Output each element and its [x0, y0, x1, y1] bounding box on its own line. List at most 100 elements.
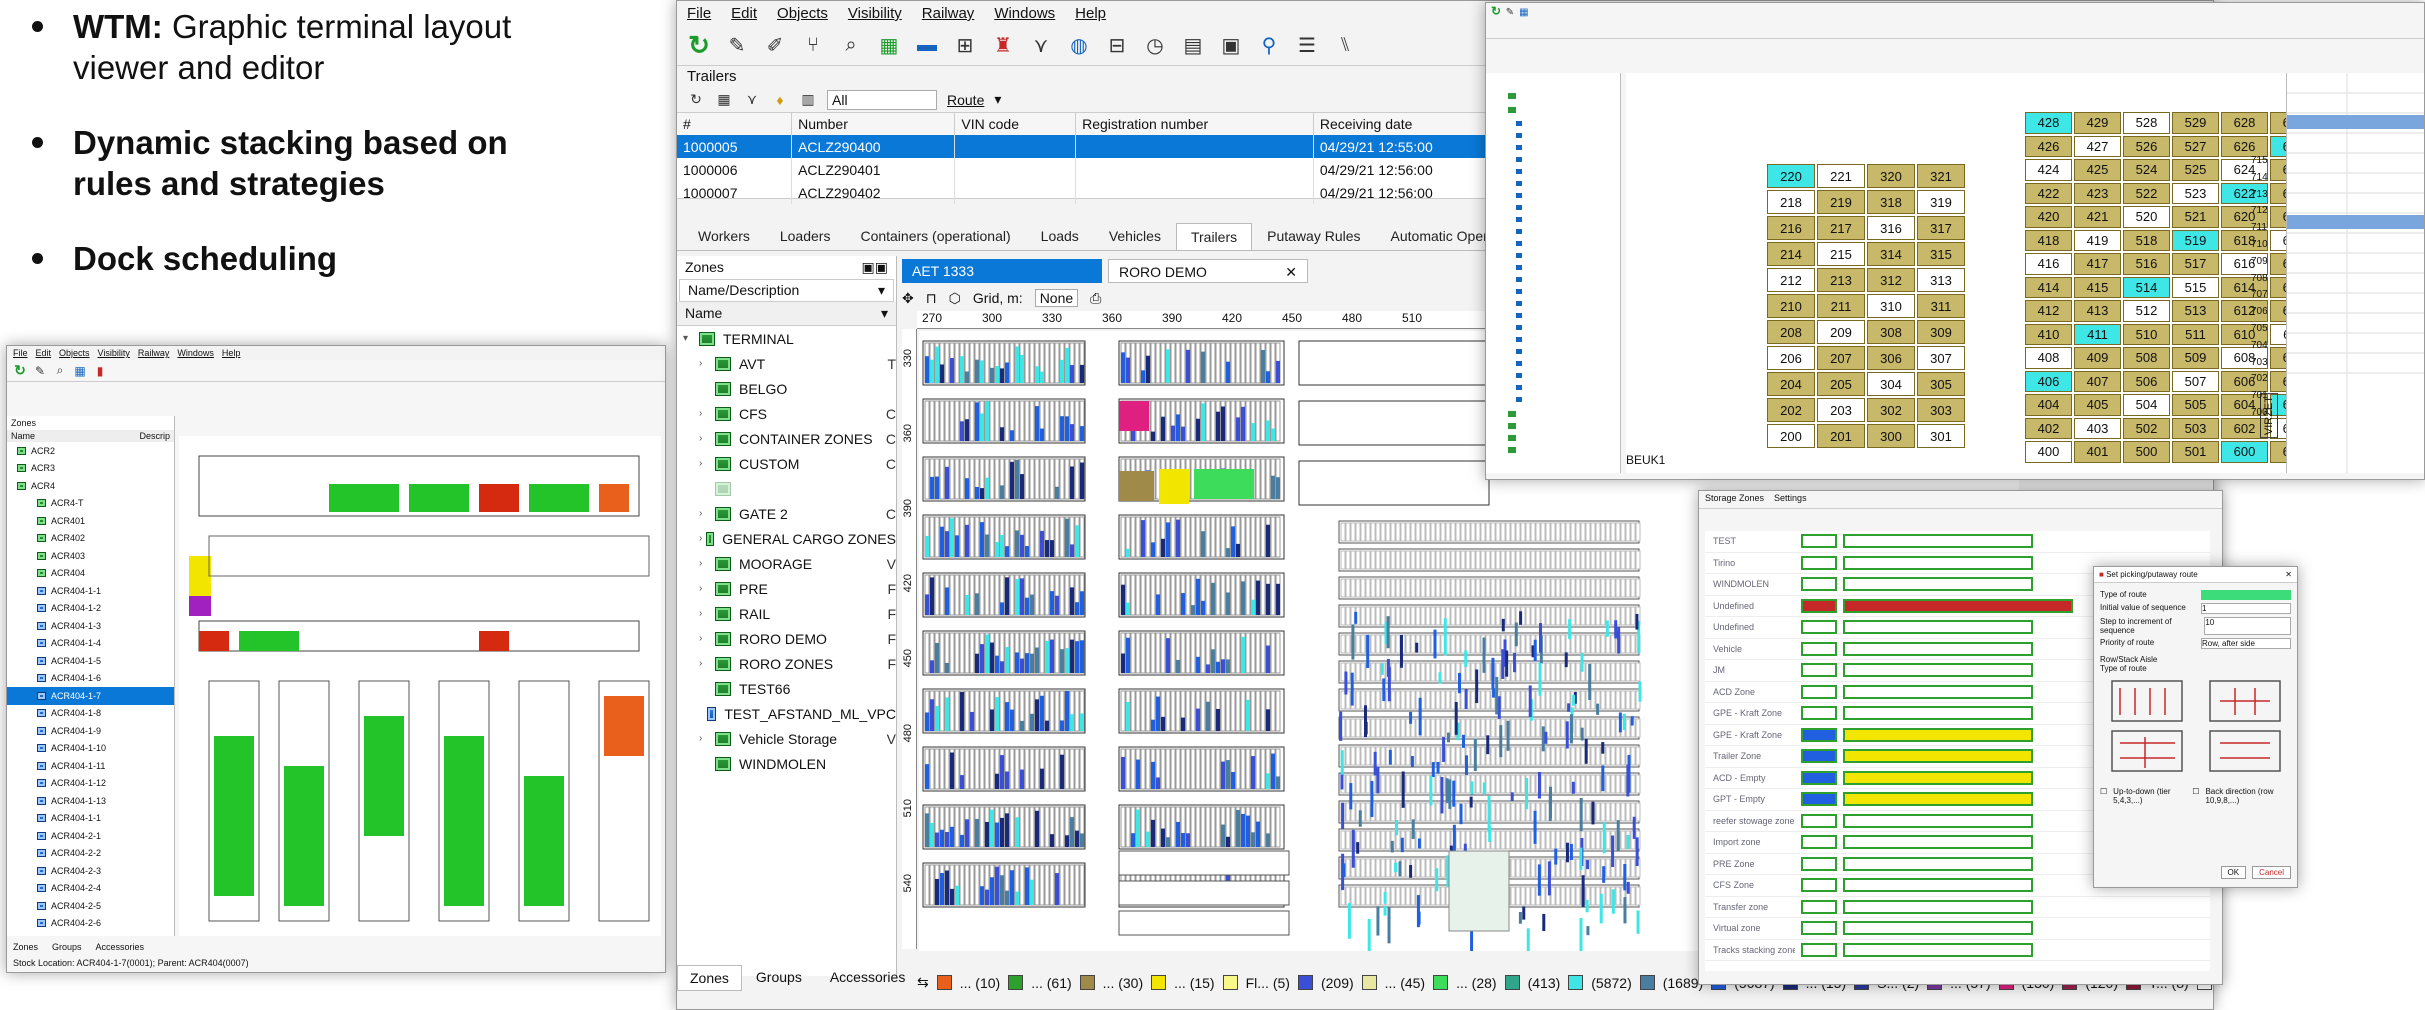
print-icon[interactable]: ⎙	[1090, 290, 1101, 307]
split-icon[interactable]: ⑂	[799, 32, 827, 60]
yard-slot[interactable]: 525	[2172, 159, 2219, 181]
yard-slot[interactable]: 503	[2172, 417, 2219, 439]
tab-loaders[interactable]: Loaders	[765, 222, 846, 250]
menu-edit[interactable]: Edit	[731, 5, 757, 22]
expand-icon[interactable]: ›	[699, 458, 715, 469]
yard-slot[interactable]: 424	[2025, 159, 2072, 181]
left-tab-groups[interactable]: Groups	[52, 942, 82, 952]
expand-icon[interactable]: ›	[699, 633, 715, 644]
left-tree-item[interactable]: ACR404-1-2	[7, 600, 174, 618]
yard-slot[interactable]: 306	[1867, 346, 1915, 370]
yard-slot[interactable]: 218	[1767, 190, 1815, 214]
yard-slot[interactable]: 320	[1867, 164, 1915, 188]
yard-slot[interactable]: 206	[1767, 346, 1815, 370]
yard-slot[interactable]: 412	[2025, 300, 2072, 322]
yard-slot[interactable]: 208	[1767, 320, 1815, 344]
expand-icon[interactable]: ›	[699, 508, 715, 519]
expand-icon[interactable]: ›	[699, 733, 715, 744]
zone-tree-item[interactable]: › PRE F	[677, 576, 896, 601]
initial-seq-input[interactable]: 1	[2201, 603, 2291, 614]
pencil-icon[interactable]: ✎	[723, 32, 751, 60]
bottom-tab-zones[interactable]: Zones	[677, 965, 742, 991]
yard-slot[interactable]: 207	[1817, 346, 1865, 370]
checkbox-up-down[interactable]: ☐	[2100, 787, 2107, 805]
left-tree-item[interactable]: ACR401	[7, 512, 174, 530]
left-tree-item[interactable]: ACR404-2-2	[7, 845, 174, 863]
yard-slot[interactable]: 312	[1867, 268, 1915, 292]
yard-slot[interactable]: 210	[1767, 294, 1815, 318]
yard-slot[interactable]: 527	[2172, 135, 2219, 157]
yard-slot[interactable]: 307	[1917, 346, 1965, 370]
refresh-small-icon[interactable]: ↻	[687, 86, 705, 114]
bulb-icon[interactable]: ♦	[771, 86, 789, 114]
expand-icon[interactable]: ›	[699, 608, 715, 619]
yard-slot[interactable]: 407	[2074, 370, 2121, 392]
yard-slot[interactable]: 317	[1917, 216, 1965, 240]
marker-icon[interactable]: ▮	[93, 357, 107, 385]
left-map[interactable]	[179, 436, 661, 936]
storage-row[interactable]: TEST	[1705, 531, 2210, 553]
storage-row[interactable]: Virtual zone	[1705, 918, 2210, 940]
yard-slot[interactable]: 316	[1867, 216, 1915, 240]
yard-slot[interactable]: 511	[2172, 323, 2219, 345]
path-icon[interactable]: ⑊	[1331, 32, 1359, 60]
left-tree-item[interactable]: ACR404-2-4	[7, 880, 174, 898]
left-tree-item[interactable]: ACR404-2-5	[7, 897, 174, 915]
yard-slot[interactable]: 303	[1917, 398, 1965, 422]
yard-slot[interactable]: 217	[1817, 216, 1865, 240]
left-tree-item[interactable]: ACR404-2-3	[7, 862, 174, 880]
map-tab-aet[interactable]: AET 1333	[902, 259, 1102, 283]
left-tree-item[interactable]: ACR404-1-8	[7, 705, 174, 723]
yard-slot[interactable]: 516	[2123, 253, 2170, 275]
yard-slot[interactable]: 205	[1817, 372, 1865, 396]
yard-slot[interactable]: 314	[1867, 242, 1915, 266]
grid-select[interactable]: None	[1034, 289, 1079, 307]
yard-slot[interactable]: 409	[2074, 347, 2121, 369]
yard-slot[interactable]: 425	[2074, 159, 2121, 181]
globe-icon[interactable]: ◍	[1065, 32, 1093, 60]
pencil-icon[interactable]: ✎	[33, 357, 47, 385]
yard-slot[interactable]: 321	[1917, 164, 1965, 188]
left-tree-item[interactable]: ACR404-2-1	[7, 827, 174, 845]
left-tree-item[interactable]: ACR404-1-13	[7, 792, 174, 810]
left-tab-zones[interactable]: Zones	[13, 942, 38, 952]
yard-slot[interactable]: 215	[1817, 242, 1865, 266]
refresh-icon[interactable]: ↻	[13, 357, 27, 385]
left-tree-item[interactable]: ACR404-1-3	[7, 617, 174, 635]
menu-objects[interactable]: Objects	[777, 5, 828, 22]
menu-file[interactable]: File	[687, 5, 711, 22]
yard-slot[interactable]: 302	[1867, 398, 1915, 422]
column-header[interactable]: Number	[791, 113, 956, 135]
yard-slot[interactable]: 504	[2123, 394, 2170, 416]
yard-slot[interactable]: 509	[2172, 347, 2219, 369]
left-tree-item[interactable]: ACR404-2-6	[7, 915, 174, 933]
left-tab-accessories[interactable]: Accessories	[96, 942, 145, 952]
yard-slot[interactable]: 528	[2123, 112, 2170, 134]
yard-slot[interactable]: 308	[1867, 320, 1915, 344]
calendar-icon[interactable]: ▤	[1179, 32, 1207, 60]
yard-slot[interactable]: 313	[1917, 268, 1965, 292]
left-tree-item[interactable]: ACR402	[7, 530, 174, 548]
zone-tree-item[interactable]: › GENERAL CARGO ZONES	[677, 526, 896, 551]
yard-slot[interactable]: 417	[2074, 253, 2121, 275]
zone-tree-item[interactable]: › CONTAINER ZONES C	[677, 426, 896, 451]
legend-icon[interactable]: ⇆	[917, 974, 929, 991]
yard-slot[interactable]: 408	[2025, 347, 2072, 369]
yard-slot[interactable]: 301	[1917, 424, 1965, 448]
yard-slot[interactable]: 517	[2172, 253, 2219, 275]
yard-slot[interactable]: 521	[2172, 206, 2219, 228]
yard-slot[interactable]: 420	[2025, 206, 2072, 228]
yard-slot[interactable]: 411	[2074, 323, 2121, 345]
yard-slot[interactable]: 214	[1767, 242, 1815, 266]
yard-slot[interactable]: 315	[1917, 242, 1965, 266]
storage-row[interactable]: Transfer zone	[1705, 897, 2210, 918]
image-icon[interactable]: ▣	[1217, 32, 1245, 60]
map-tab-roro[interactable]: RORO DEMO ✕	[1108, 259, 1308, 283]
yard-slot[interactable]: 422	[2025, 182, 2072, 204]
expand-icon[interactable]: ›	[699, 358, 715, 369]
zone-tree-item[interactable]: › RORO ZONES F	[677, 651, 896, 676]
yard-slot[interactable]: 413	[2074, 300, 2121, 322]
yard-slot[interactable]: 524	[2123, 159, 2170, 181]
yard-slot[interactable]: 518	[2123, 229, 2170, 251]
bottom-tab-groups[interactable]: Groups	[742, 965, 816, 991]
